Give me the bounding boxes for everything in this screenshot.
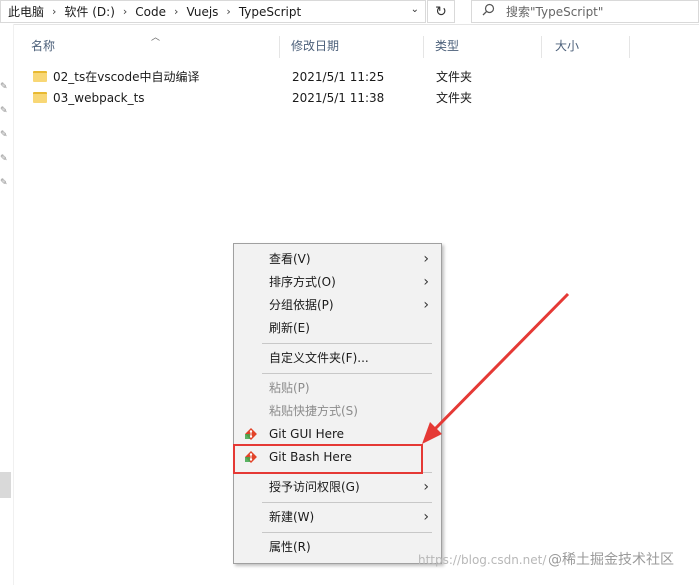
annotation-arrow [422,292,570,444]
watermark-url: https://blog.csdn.net/ [418,553,547,567]
watermark-brand: @稀土掘金技术社区 [548,552,674,568]
